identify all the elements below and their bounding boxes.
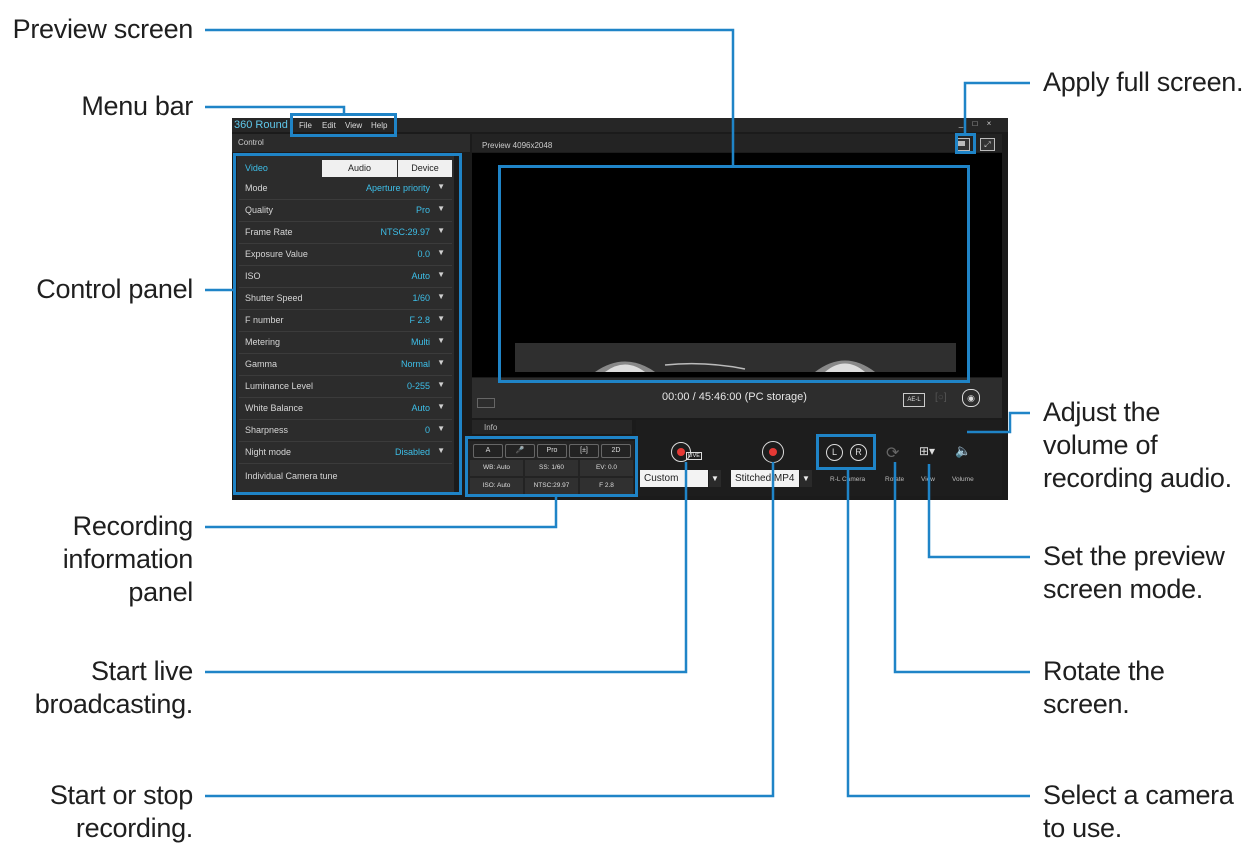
callout-line: information xyxy=(62,544,194,574)
callout-menu-bar: Menu bar xyxy=(81,91,193,121)
callout-line: recording audio. xyxy=(1043,463,1232,493)
callout-recording-info: Recording information panel xyxy=(62,510,194,609)
callout-line: Rotate the xyxy=(1043,656,1165,686)
callout-start-live: Start live broadcasting. xyxy=(34,655,194,721)
callout-line: Set the preview xyxy=(1043,541,1225,571)
callout-apply-full-screen: Apply full screen. xyxy=(1043,67,1244,97)
callout-line: Start or stop xyxy=(49,780,193,810)
callout-line: volume of xyxy=(1043,430,1158,460)
callout-start-stop: Start or stop recording. xyxy=(50,779,193,845)
callout-set-preview-mode: Set the preview screen mode. xyxy=(1043,540,1225,606)
callout-line: broadcasting. xyxy=(34,689,194,719)
callout-line: Select a camera xyxy=(1043,780,1234,810)
callout-line: screen. xyxy=(1043,689,1130,719)
callout-adjust-volume: Adjust the volume of recording audio. xyxy=(1043,396,1232,495)
callout-line: Start live xyxy=(90,656,193,686)
callout-rotate: Rotate the screen. xyxy=(1043,655,1165,721)
callout-line: to use. xyxy=(1043,813,1122,843)
callout-line: Adjust the xyxy=(1043,397,1161,427)
callout-select-camera: Select a camera to use. xyxy=(1043,779,1234,845)
callout-line: screen mode. xyxy=(1043,574,1203,604)
callout-preview-screen: Preview screen xyxy=(12,14,194,44)
callout-line: panel xyxy=(128,577,193,607)
callout-control-panel: Control panel xyxy=(36,274,193,304)
callout-line: Recording xyxy=(72,511,194,541)
callout-line: recording. xyxy=(75,813,193,843)
